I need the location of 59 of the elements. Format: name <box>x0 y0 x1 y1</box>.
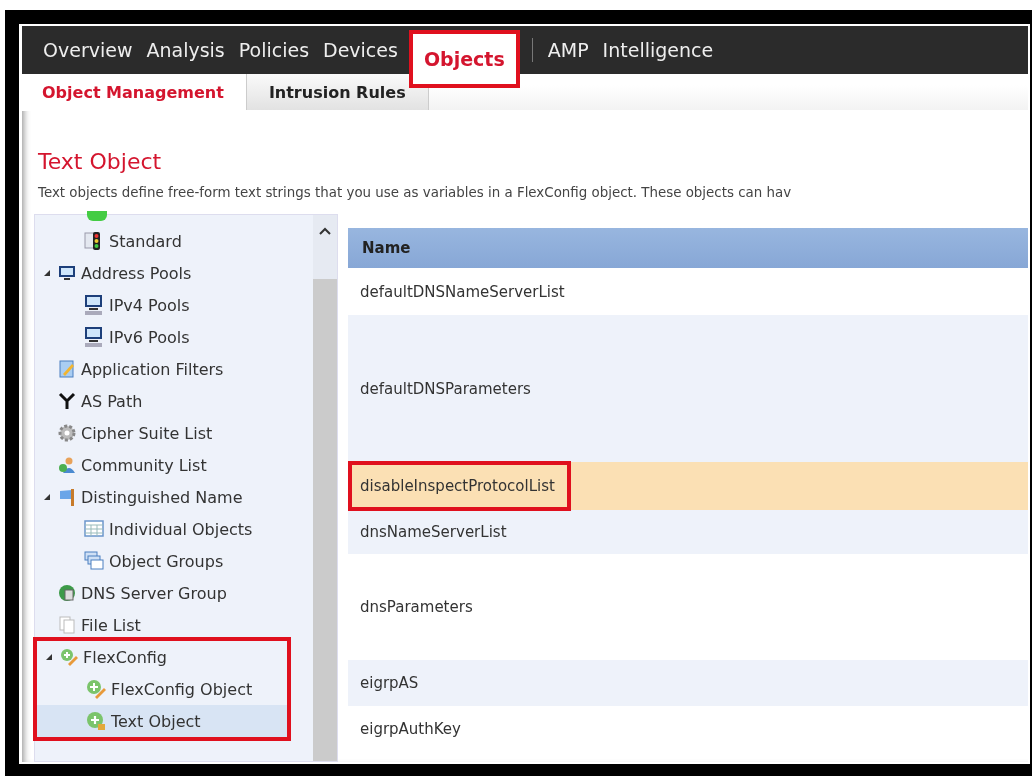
nav-tab[interactable]: Policies <box>231 26 317 74</box>
people-icon <box>57 455 77 475</box>
plus-pencil-icon <box>85 678 107 700</box>
nav-tab[interactable]: Objects <box>408 30 520 88</box>
subtab[interactable]: Intrusion Rules <box>246 74 429 110</box>
table-icon <box>83 518 105 540</box>
flag-icon <box>57 487 77 507</box>
scrollbar[interactable] <box>313 215 337 761</box>
monitor-icon <box>57 263 77 283</box>
table-cell: disableInspectProtocolList <box>348 461 571 511</box>
tree-item[interactable]: Application Filters <box>35 353 289 385</box>
tree-item[interactable]: Object Groups <box>35 545 289 577</box>
scroll-up-icon[interactable] <box>319 227 331 235</box>
column-header[interactable]: Name <box>348 228 1028 268</box>
table-cell-text: dnsNameServerList <box>359 522 508 543</box>
fork-icon <box>57 391 77 411</box>
pencil-doc-icon <box>57 359 77 379</box>
table-cell-text: eigrpAuthKey <box>359 719 462 740</box>
table-row[interactable]: defaultDNSParameters <box>348 315 1028 462</box>
page-title: Text Object <box>38 148 163 176</box>
table-row[interactable]: dnsNameServerList <box>348 510 1028 554</box>
tree-item[interactable]: File List <box>35 609 289 641</box>
table-cell-text: dnsParameters <box>359 597 474 618</box>
nav-tab[interactable]: Devices <box>316 26 405 74</box>
tree-item[interactable]: Address Pools <box>35 257 289 289</box>
nav-tab[interactable]: AMP <box>540 26 596 74</box>
table-cell-text: defaultDNSNameServerList <box>359 281 566 303</box>
nav-tab[interactable]: Intelligence <box>595 26 721 74</box>
plus-pencil-icon <box>59 647 79 667</box>
table-cell-text: eigrpAS <box>359 673 420 694</box>
expand-arrow-icon[interactable] <box>45 653 53 661</box>
gear-icon <box>57 423 77 443</box>
nav-tab[interactable]: Analysis <box>139 26 232 74</box>
tree-item[interactable]: FlexConfig Object <box>37 673 287 705</box>
tree-item[interactable]: DNS Server Group <box>35 577 289 609</box>
globe-server-icon <box>57 583 77 603</box>
tree-item[interactable]: Standard <box>35 225 289 257</box>
tree-item[interactable]: Distinguished Name <box>35 481 289 513</box>
table-row[interactable]: eigrpAS <box>348 660 1028 706</box>
table-cell-text: defaultDNSParameters <box>359 378 532 400</box>
plus-lock-icon <box>85 710 107 732</box>
tree-item[interactable]: Community List <box>35 449 289 481</box>
monitor-v4-icon <box>83 294 105 316</box>
expand-arrow-icon[interactable] <box>43 493 51 501</box>
files-icon <box>57 615 77 635</box>
windows-icon <box>83 550 105 572</box>
tree-item[interactable]: FlexConfig <box>37 641 287 673</box>
tree-item[interactable]: Text Object <box>37 705 287 737</box>
subtab[interactable]: Object Management <box>22 74 247 110</box>
page-description: Text objects define free-form text strings that you use as variables in a FlexConfig object. These objects can hav <box>38 185 793 200</box>
tree-item[interactable]: IPv4 Pools <box>35 289 289 321</box>
tree-item[interactable]: AS Path <box>35 385 289 417</box>
tree-item[interactable]: Individual Objects <box>35 513 289 545</box>
tree-item[interactable]: Cipher Suite List <box>35 417 289 449</box>
nav-tab[interactable]: Overview <box>36 26 140 74</box>
tree-item[interactable]: IPv6 Pools <box>35 321 289 353</box>
table-row[interactable]: disableInspectProtocolList <box>348 462 1028 510</box>
expand-arrow-icon[interactable] <box>43 269 51 277</box>
monitor-v6-icon <box>83 326 105 348</box>
